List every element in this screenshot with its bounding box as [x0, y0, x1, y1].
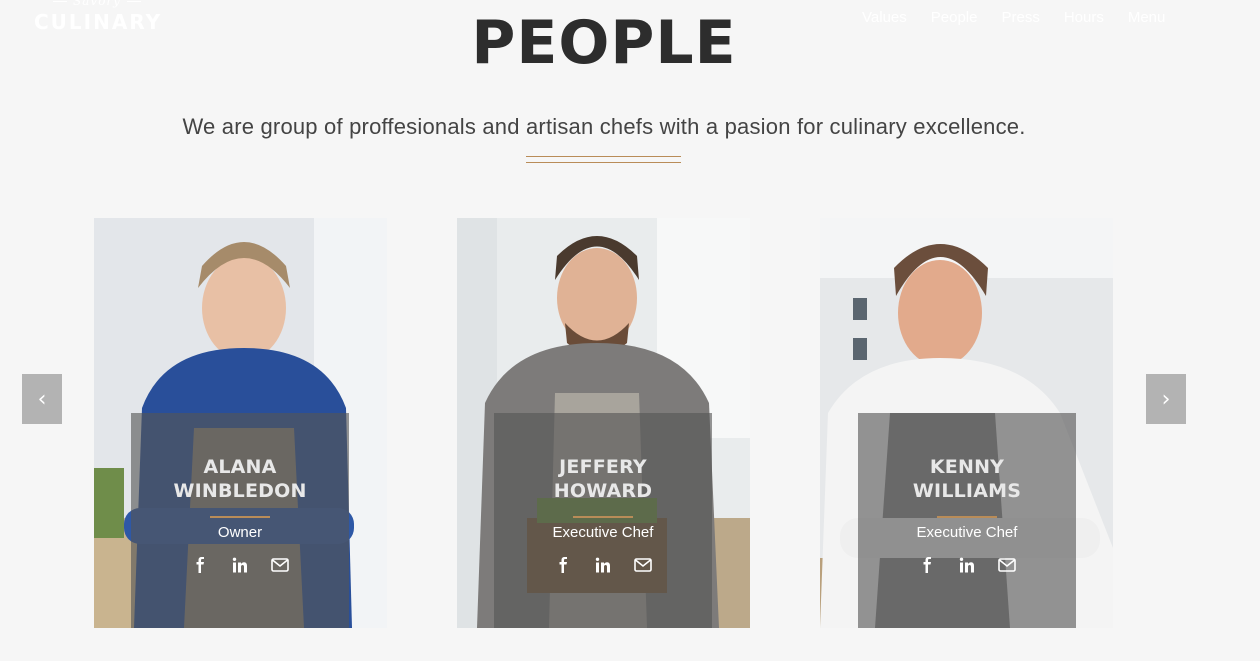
section-divider	[526, 156, 681, 163]
person-role: Executive Chef	[916, 524, 1018, 541]
team-card-overlay: KENNY WILLIAMS Executive Chef	[858, 413, 1076, 628]
team-card: ALANA WINBLEDON Owner	[94, 218, 387, 628]
person-name-line2: WILLIAMS	[912, 480, 1022, 502]
carousel-prev-button[interactable]: ‹	[22, 374, 62, 424]
person-name: ALANA WINBLEDON	[131, 455, 349, 503]
linkedin-icon[interactable]	[594, 556, 612, 574]
section-subtitle: We are group of proffesionals and artisa…	[182, 114, 1026, 139]
team-card: JEFFERY HOWARD Executive Chef	[457, 218, 750, 628]
envelope-icon[interactable]	[634, 556, 652, 574]
name-divider	[210, 516, 270, 518]
person-name-line1: KENNY	[929, 456, 1005, 478]
section-title: PEOPLE	[471, 8, 737, 78]
chevron-left-icon: ‹	[37, 386, 47, 412]
carousel-next-button[interactable]: ›	[1146, 374, 1186, 424]
chevron-right-icon: ›	[1161, 386, 1171, 412]
person-name-line2: HOWARD	[553, 480, 653, 502]
linkedin-icon[interactable]	[958, 556, 976, 574]
person-name: KENNY WILLIAMS	[858, 455, 1076, 503]
person-name-line1: ALANA	[203, 456, 277, 478]
linkedin-icon[interactable]	[231, 556, 249, 574]
envelope-icon[interactable]	[998, 556, 1016, 574]
person-name: JEFFERY HOWARD	[494, 455, 712, 503]
team-card-overlay: JEFFERY HOWARD Executive Chef	[494, 413, 712, 628]
social-links	[494, 556, 712, 574]
envelope-icon[interactable]	[271, 556, 289, 574]
team-card-overlay: ALANA WINBLEDON Owner	[131, 413, 349, 628]
brand-tagline: Savory	[34, 0, 160, 8]
person-name-line2: WINBLEDON	[173, 480, 307, 502]
person-name-line1: JEFFERY	[559, 456, 647, 478]
social-links	[858, 556, 1076, 574]
person-role: Executive Chef	[552, 524, 654, 541]
name-divider	[937, 516, 997, 518]
person-role: Owner	[217, 524, 263, 541]
facebook-icon[interactable]	[918, 556, 936, 574]
facebook-icon[interactable]	[191, 556, 209, 574]
social-links	[131, 556, 349, 574]
name-divider	[573, 516, 633, 518]
team-card: KENNY WILLIAMS Executive Chef	[820, 218, 1113, 628]
facebook-icon[interactable]	[554, 556, 572, 574]
